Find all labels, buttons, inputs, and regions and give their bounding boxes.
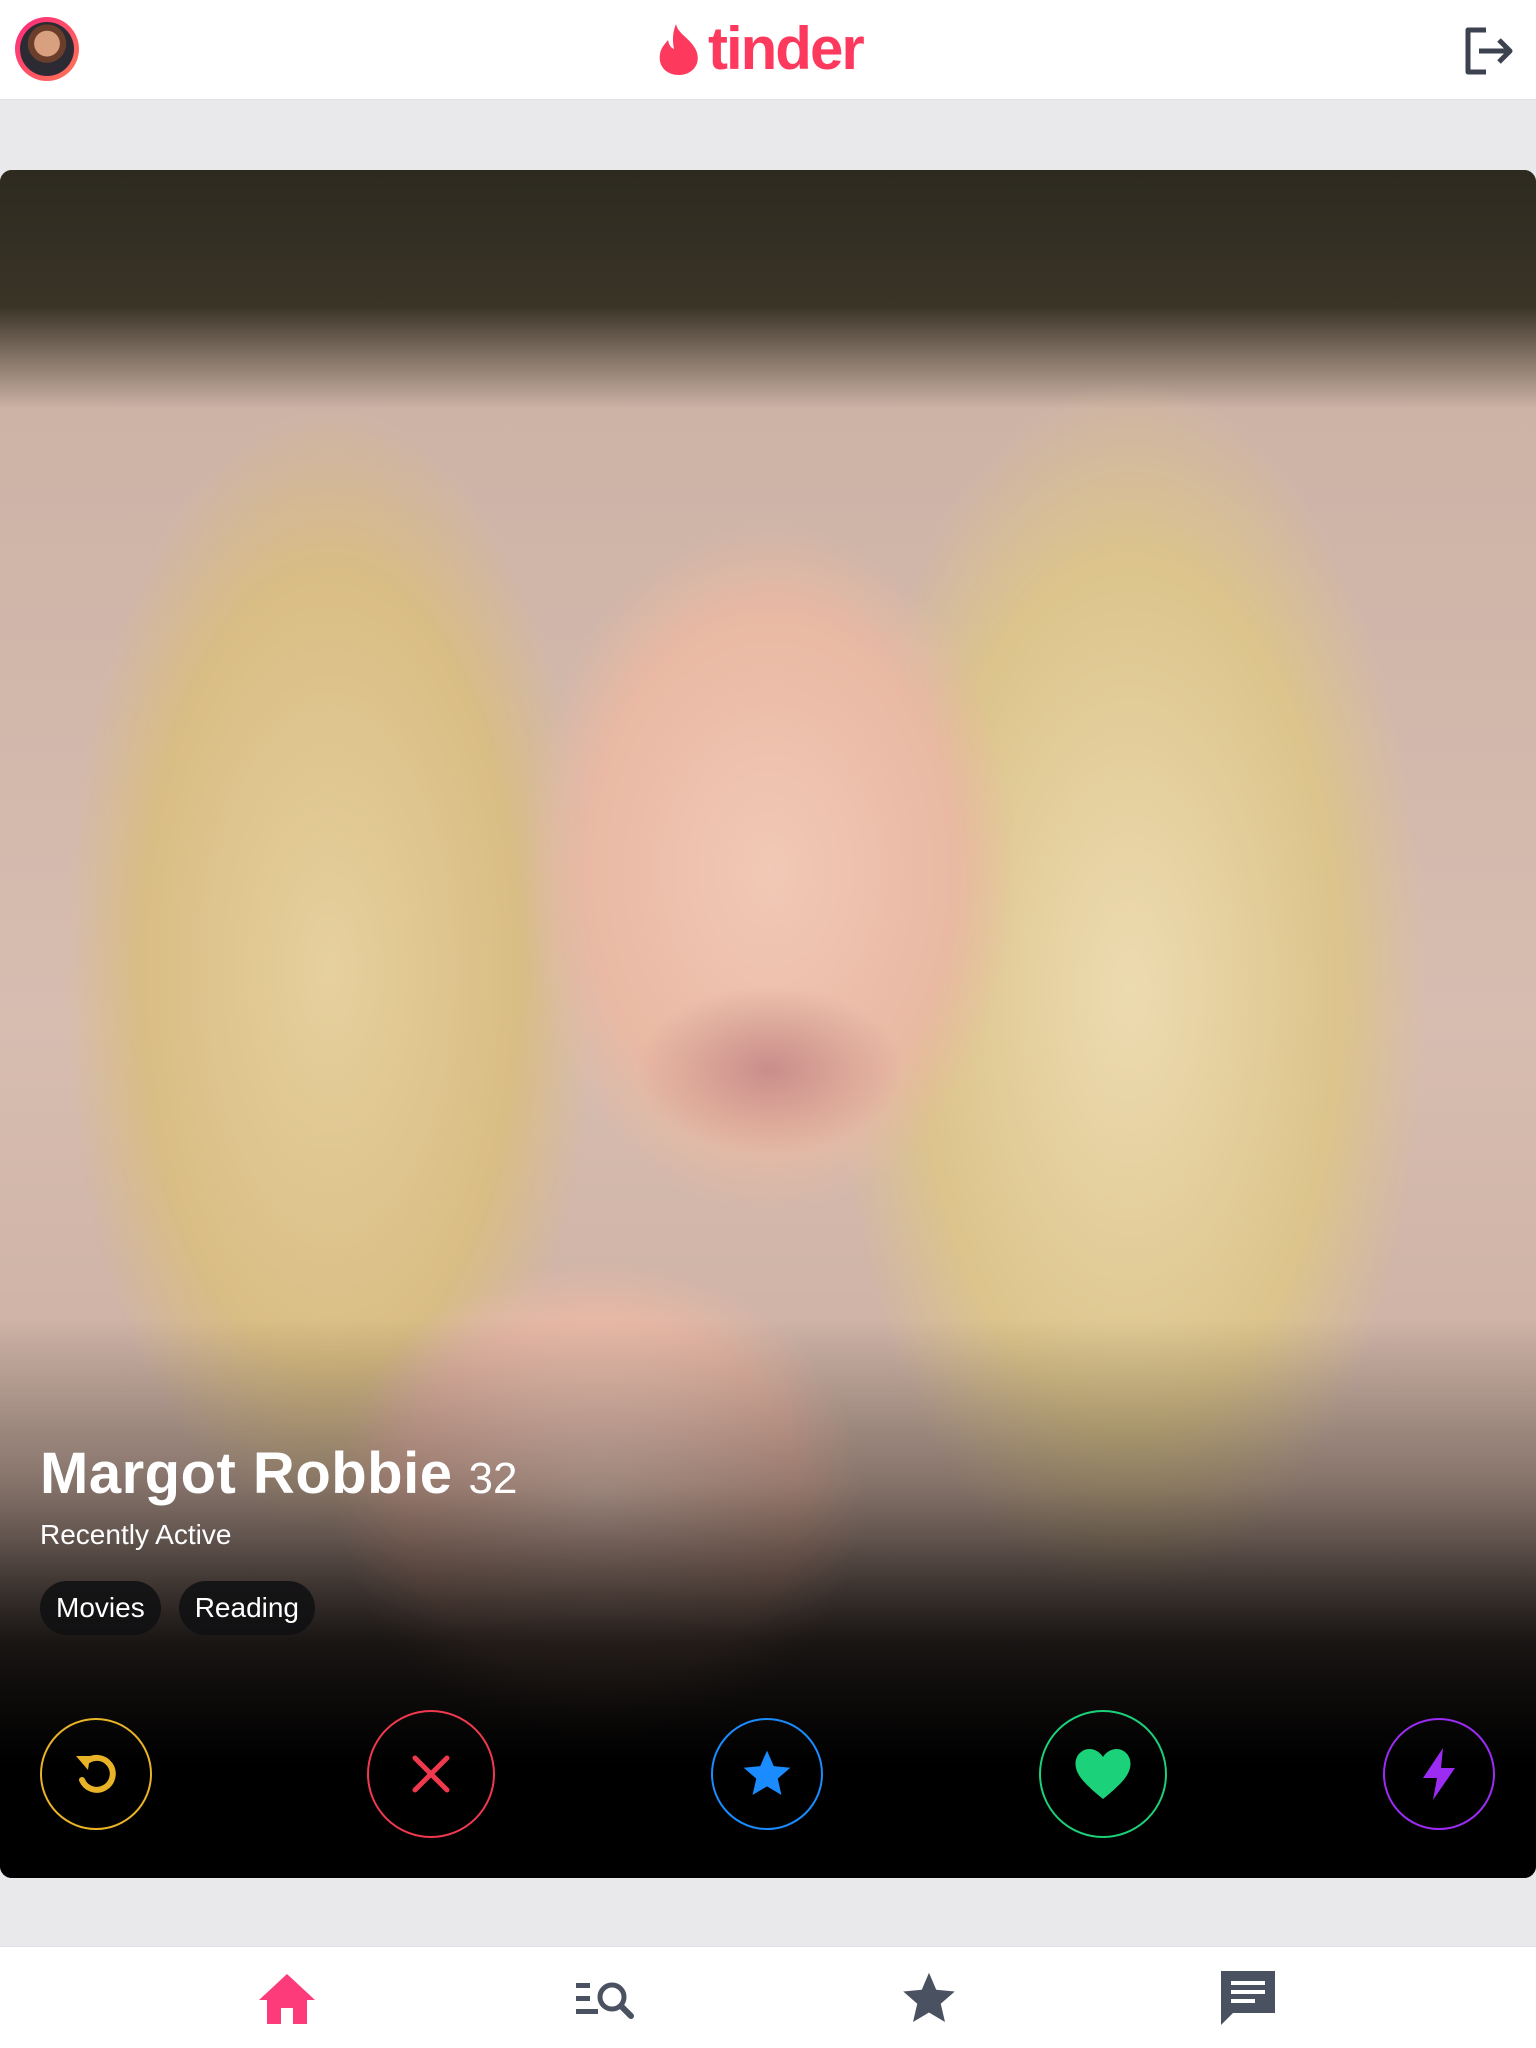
action-bar bbox=[0, 1710, 1536, 1840]
rewind-button[interactable] bbox=[40, 1718, 152, 1830]
like-button[interactable] bbox=[1039, 1710, 1167, 1838]
star-icon bbox=[743, 1750, 791, 1795]
profile-card[interactable]: Margot Robbie 32 Recently Active Movies … bbox=[0, 170, 1536, 1878]
nav-home[interactable] bbox=[251, 1965, 323, 2033]
profile-age: 32 bbox=[468, 1454, 518, 1503]
nope-button[interactable] bbox=[367, 1710, 495, 1838]
nav-explore[interactable] bbox=[569, 1965, 641, 2033]
interest-tag: Movies bbox=[40, 1581, 161, 1635]
super-like-button[interactable] bbox=[711, 1718, 823, 1830]
bolt-icon bbox=[1423, 1748, 1455, 1800]
activity-status: Recently Active bbox=[40, 1519, 232, 1550]
user-avatar[interactable] bbox=[15, 17, 79, 81]
nav-messages[interactable] bbox=[1212, 1965, 1284, 2033]
interest-tag: Reading bbox=[178, 1581, 316, 1635]
flame-icon bbox=[659, 24, 698, 75]
boost-button[interactable] bbox=[1383, 1718, 1495, 1830]
interest-tags: Movies Reading bbox=[40, 1581, 517, 1635]
heart-icon bbox=[1075, 1749, 1131, 1799]
logout-icon[interactable] bbox=[1462, 26, 1516, 76]
brand-name: tinder bbox=[708, 15, 865, 82]
star-icon bbox=[903, 1972, 955, 2022]
profile-info: Margot Robbie 32 Recently Active Movies … bbox=[40, 1440, 517, 1635]
close-icon bbox=[412, 1755, 450, 1793]
rewind-icon bbox=[76, 1754, 116, 1793]
avatar-photo bbox=[20, 22, 74, 76]
chat-icon bbox=[1221, 1971, 1275, 2025]
top-bar: tinder bbox=[0, 0, 1536, 100]
profile-name: Margot Robbie bbox=[40, 1441, 453, 1506]
bottom-nav bbox=[0, 1946, 1536, 2048]
tinder-logo: tinder bbox=[656, 14, 865, 84]
explore-search-icon bbox=[576, 1982, 634, 2019]
nav-top-picks[interactable] bbox=[893, 1965, 965, 2033]
home-icon bbox=[259, 1974, 315, 2024]
name-row: Margot Robbie 32 bbox=[40, 1440, 517, 1507]
